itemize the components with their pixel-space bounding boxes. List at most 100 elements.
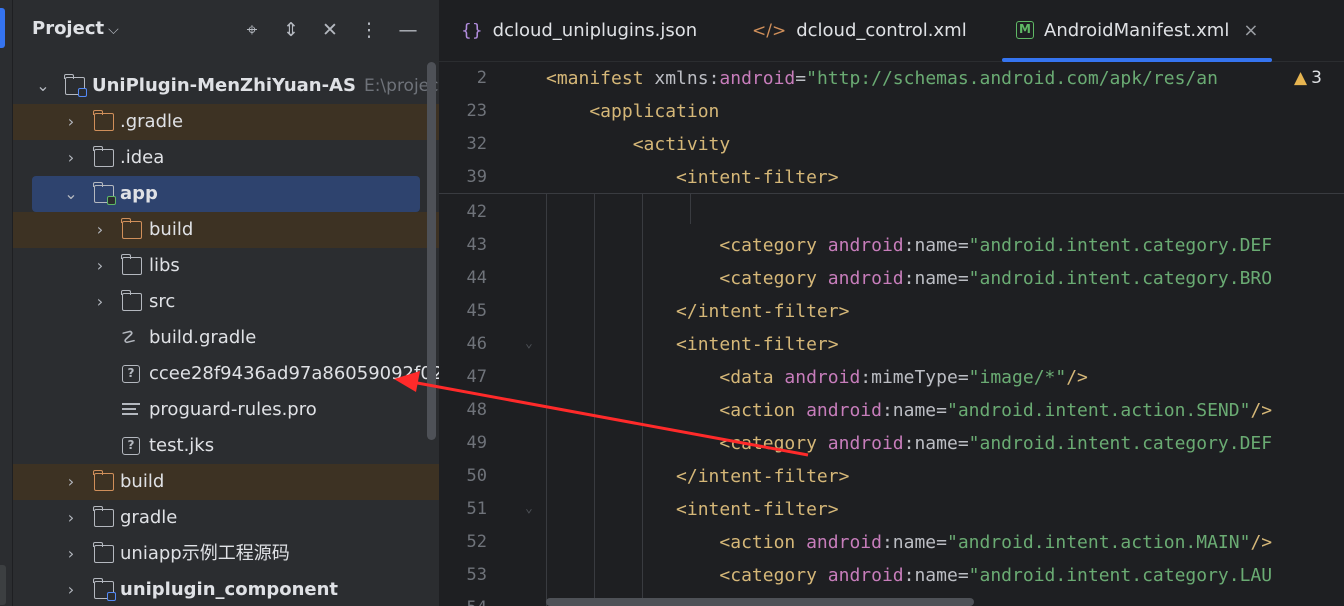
gradle-icon: ☡ [121,328,137,348]
code-text: <action android:name="android.intent.act… [546,394,1272,427]
module-folder-icon [64,74,87,97]
tree-item-label: uniapp示例工程源码 [120,543,290,564]
code-token: <action [546,532,807,553]
code-token: android [827,565,904,586]
tab-dcloud-uniplugins-json[interactable]: {} dcloud_uniplugins.json [461,0,697,62]
tab-android-manifest[interactable]: M AndroidManifest.xml × [1001,0,1273,62]
chevron-down-icon: ⌵ [108,22,119,38]
tree-item-app-build[interactable]: › build [13,212,439,248]
folder-icon [121,254,142,275]
code-token: "android.intent.category.DEF [968,433,1273,454]
code-token: android [827,433,904,454]
tree-item-test-jks[interactable]: ? test.jks [13,428,439,464]
chevron-right-icon[interactable]: › [63,140,79,176]
warnings-indicator[interactable]: ▲ 3 [1294,62,1344,95]
tree-item-unknown-file[interactable]: ? ccee28f9436ad97a86059092f02c [13,356,439,392]
chevron-right-icon[interactable]: › [92,248,108,284]
manifest-icon: M [1016,20,1034,39]
chevron-right-icon[interactable]: › [63,104,79,140]
code-line[interactable]: 39 <intent-filter> [439,161,1344,194]
chevron-right-icon[interactable]: › [63,572,79,606]
project-scrollbar[interactable] [427,62,436,440]
tab-dcloud-control-xml[interactable]: </> dcloud_control.xml [752,0,967,62]
code-line[interactable]: 51 <intent-filter> [439,493,1344,526]
project-tool-button[interactable] [0,8,5,48]
hide-panel-icon[interactable]: — [395,16,421,44]
chevron-right-icon[interactable]: › [63,536,79,572]
tree-item-build-gradle[interactable]: ☡ build.gradle [13,320,439,356]
tree-item-proguard[interactable]: proguard-rules.pro [13,392,439,428]
tree-item-idea[interactable]: › .idea [13,140,439,176]
fold-icon[interactable]: ⌄ [525,501,533,516]
code-line[interactable]: 53 <category android:name="android.inten… [439,559,1344,592]
code-token: : [903,235,915,256]
tree-item-gradle-cache[interactable]: › .gradle [13,104,439,140]
code-line[interactable]: 52 <action android:name="android.intent.… [439,526,1344,559]
indent-guide [642,194,643,606]
code-text: <intent-filter> [546,493,839,526]
tool-window-button[interactable] [0,565,6,605]
tree-item-src[interactable]: › src [13,284,439,320]
tree-item-uniplugin-component[interactable]: › uniplugin_component [13,572,439,606]
code-token: <application [546,101,720,122]
tree-item-label: ccee28f9436ad97a86059092f02c [149,363,439,384]
code-text: <category android:name="android.intent.c… [546,262,1272,295]
code-line[interactable]: 43 <category android:name="android.inten… [439,229,1344,262]
code-text: <application [546,95,719,128]
json-icon: {} [461,21,483,41]
code-token: "android.intent.action.MAIN" [947,532,1251,553]
line-number: 49 [466,433,487,453]
more-options-icon[interactable]: ⋮ [356,16,382,44]
tree-item-uniapp-source[interactable]: › uniapp示例工程源码 [13,536,439,572]
locate-file-icon[interactable]: ⌖ [239,16,265,44]
expand-all-icon[interactable]: ⇕ [278,16,304,44]
code-token: <activity [546,134,731,155]
code-line[interactable]: 42 [439,196,1344,229]
chevron-right-icon[interactable]: › [92,212,108,248]
code-token: : [903,433,915,454]
chevron-right-icon[interactable]: › [63,464,79,500]
code-token: : [708,68,720,89]
code-line[interactable]: 44 <category android:name="android.inten… [439,262,1344,295]
code-token: <category [546,433,828,454]
tree-item-label: build.gradle [149,327,257,348]
collapse-all-icon[interactable]: ✕ [317,16,343,44]
code-token: "android.intent.category.BRO [968,268,1273,289]
chevron-down-icon[interactable]: ⌄ [35,68,51,104]
folder-icon [93,146,114,167]
tree-item-root-module[interactable]: ⌄ UniPlugin-MenZhiYuan-ASE:\project\a [13,68,439,104]
tree-item-build[interactable]: › build [13,464,439,500]
code-line[interactable]: 49 <category android:name="android.inten… [439,427,1344,460]
xml-icon: </> [752,21,787,41]
line-number: 32 [466,134,487,154]
chevron-right-icon[interactable]: › [92,284,108,320]
line-number: 44 [466,268,487,288]
code-token: </intent-filter> [546,301,850,322]
line-number: 42 [466,202,487,222]
code-line[interactable]: 2 <manifest xmlns:android="http://schemas… [439,62,1344,95]
code-line[interactable]: 45 </intent-filter> [439,295,1344,328]
close-tab-icon[interactable]: × [1243,20,1258,41]
code-line[interactable]: 32 <activity [439,128,1344,161]
code-line[interactable]: 46 <intent-filter> [439,328,1344,361]
tree-item-app[interactable]: ⌄ app [32,176,420,212]
tree-item-gradle[interactable]: › gradle [13,500,439,536]
code-line[interactable]: 23 <application [439,95,1344,128]
fold-icon[interactable]: ⌄ [525,336,533,351]
horizontal-scrollbar[interactable] [546,598,974,606]
code-token: = [957,235,969,256]
code-token: </intent-filter> [546,466,850,487]
line-number: 54 [439,592,487,606]
chevron-down-icon[interactable]: ⌄ [63,176,79,212]
chevron-right-icon[interactable]: › [63,500,79,536]
code-line[interactable]: 50 </intent-filter> [439,460,1344,493]
code-token: = [936,532,947,553]
code-editor[interactable]: 2 <manifest xmlns:android="http://schemas… [439,62,1344,606]
code-token: name [892,400,937,421]
code-line[interactable]: 47 <data android:mimeType="image/*"/> [439,361,1344,394]
project-view-selector[interactable]: Project ⌵ [32,18,119,39]
code-token: = [957,433,969,454]
tree-item-libs[interactable]: › libs [13,248,439,284]
tree-item-label: src [149,291,176,312]
code-line[interactable]: 48 <action android:name="android.intent.… [439,394,1344,427]
